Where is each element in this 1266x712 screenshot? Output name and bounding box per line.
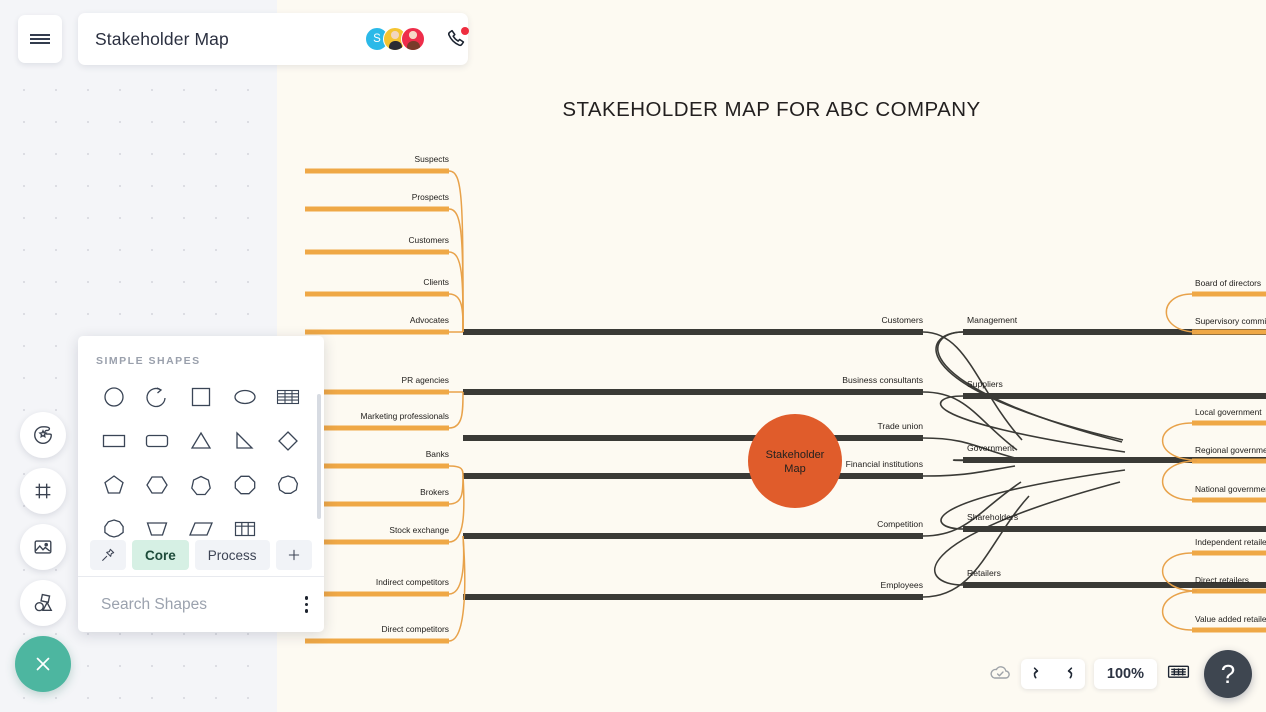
- left-tool-rail: [15, 412, 71, 692]
- document-title[interactable]: Stakeholder Map: [95, 29, 365, 50]
- center-node-line1: Stakeholder: [766, 449, 825, 461]
- shape-octagon[interactable]: [223, 465, 267, 505]
- hamburger-line: [30, 33, 50, 36]
- shape-rounded-rectangle[interactable]: [136, 421, 180, 461]
- node-label-board-of-directors: Board of directors: [1195, 278, 1261, 288]
- branch-label-employees: Employees: [880, 580, 923, 590]
- avatar-user2[interactable]: [401, 27, 425, 51]
- shapes-panel-scrollbar[interactable]: [317, 394, 321, 519]
- hamburger-menu-button[interactable]: [18, 15, 62, 63]
- page-title: STAKEHOLDER MAP FOR ABC COMPANY: [562, 98, 981, 121]
- shape-ellipse[interactable]: [223, 377, 267, 417]
- branch-label-competition: Competition: [877, 519, 923, 529]
- diagram-canvas[interactable]: .mainbar { stroke:#3a3a36; stroke-width:…: [277, 0, 1266, 712]
- zoom-level[interactable]: 100%: [1093, 659, 1157, 689]
- node-label-banks: Banks: [426, 449, 449, 459]
- node-label-regional-government: Regional government: [1195, 445, 1266, 455]
- keyboard-shortcuts-icon[interactable]: [1166, 659, 1191, 689]
- branch-label-financial-institutions: Financial institutions: [846, 459, 923, 469]
- hamburger-line: [30, 42, 50, 45]
- node-label-indirect-competitors: Indirect competitors: [376, 577, 449, 587]
- shape-search-row: [78, 576, 324, 632]
- avatar-body: [388, 41, 402, 50]
- shapes-panel: SIMPLE SHAPES Core Process: [78, 336, 324, 632]
- node-label-prospects: Prospects: [412, 192, 449, 202]
- avatar-body: [406, 41, 420, 50]
- node-label-independent-retailers: Independent retailers: [1195, 537, 1266, 547]
- node-label-advocates: Advocates: [410, 315, 449, 325]
- node-label-direct-competitors: Direct competitors: [382, 624, 449, 634]
- shape-hexagon[interactable]: [136, 465, 180, 505]
- shape-rectangle[interactable]: [92, 421, 136, 461]
- avatar-head: [391, 31, 399, 39]
- more-dot: [305, 609, 309, 613]
- branch-label-trade-union: Trade union: [877, 421, 923, 431]
- pin-tab[interactable]: [90, 540, 126, 570]
- more-dot: [305, 602, 309, 607]
- branch-label-management: Management: [967, 315, 1018, 325]
- node-label-clients: Clients: [423, 277, 449, 287]
- shape-arc[interactable]: [136, 377, 180, 417]
- shape-heptagon[interactable]: [179, 465, 223, 505]
- node-label-direct-retailers: Direct retailers: [1195, 575, 1249, 585]
- shape-triangle[interactable]: [179, 421, 223, 461]
- branch-label-customers: Customers: [881, 315, 923, 325]
- shape-diamond[interactable]: [266, 421, 310, 461]
- shape-library-tabs: Core Process: [78, 540, 324, 570]
- center-node-circle: [748, 414, 842, 508]
- shape-grid: [78, 367, 324, 549]
- redo-icon[interactable]: [1056, 665, 1075, 684]
- more-dot: [305, 596, 309, 600]
- frame-icon-button[interactable]: [20, 468, 66, 514]
- collaborator-avatars: S: [365, 27, 425, 51]
- node-label-suspects: Suspects: [415, 154, 449, 164]
- node-label-pr-agencies: PR agencies: [402, 375, 450, 385]
- node-label-local-government: Local government: [1195, 407, 1262, 417]
- node-label-value-added-retailers: Value added retailers: [1195, 614, 1266, 624]
- phone-call-icon[interactable]: [446, 27, 469, 50]
- avatar-initial: S: [373, 33, 381, 45]
- shape-nonagon[interactable]: [266, 465, 310, 505]
- document-title-bar: Stakeholder Map S: [78, 13, 469, 65]
- process-tab[interactable]: Process: [194, 540, 270, 570]
- node-label-supervisory-committee: Supervisory committee: [1195, 316, 1266, 326]
- cloud-saved-icon[interactable]: [988, 660, 1012, 689]
- add-library-tab[interactable]: [275, 540, 312, 570]
- shape-table-striped[interactable]: [266, 377, 310, 417]
- shapes-panel-header: SIMPLE SHAPES: [96, 355, 201, 367]
- undo-redo-group: [1020, 659, 1085, 689]
- branch-label-retailers: Retailers: [967, 568, 1001, 578]
- node-label-brokers: Brokers: [420, 487, 449, 497]
- shape-pentagon[interactable]: [92, 465, 136, 505]
- hamburger-line: [30, 38, 50, 40]
- theme-icon-button[interactable]: [20, 412, 66, 458]
- shape-right-triangle[interactable]: [223, 421, 267, 461]
- branch-label-shareholders: Shareholders: [967, 512, 1018, 522]
- undo-icon[interactable]: [1031, 665, 1050, 684]
- shapes-icon-button[interactable]: [20, 580, 66, 626]
- notification-dot: [461, 27, 469, 35]
- node-label-stock-exchange: Stock exchange: [389, 525, 449, 535]
- branch-label-government: Government: [967, 443, 1015, 453]
- branch-label-suppliers: Suppliers: [967, 379, 1003, 389]
- branch-label-business-consultants: Business consultants: [842, 375, 923, 385]
- image-icon-button[interactable]: [20, 524, 66, 570]
- shape-square[interactable]: [179, 377, 223, 417]
- shape-circle[interactable]: [92, 377, 136, 417]
- close-button[interactable]: [15, 636, 71, 692]
- help-button[interactable]: ?: [1204, 650, 1252, 698]
- node-label-customers-sub: Customers: [409, 235, 450, 245]
- center-node-line2: Map: [784, 463, 805, 475]
- node-label-marketing-professionals: Marketing professionals: [361, 411, 449, 421]
- avatar-head: [409, 31, 417, 39]
- bottom-toolbar: 100% ?: [988, 650, 1252, 698]
- node-label-national-government: National government: [1195, 484, 1266, 494]
- search-input[interactable]: [101, 595, 301, 614]
- more-vertical-icon[interactable]: [301, 592, 312, 616]
- core-tab[interactable]: Core: [132, 540, 189, 570]
